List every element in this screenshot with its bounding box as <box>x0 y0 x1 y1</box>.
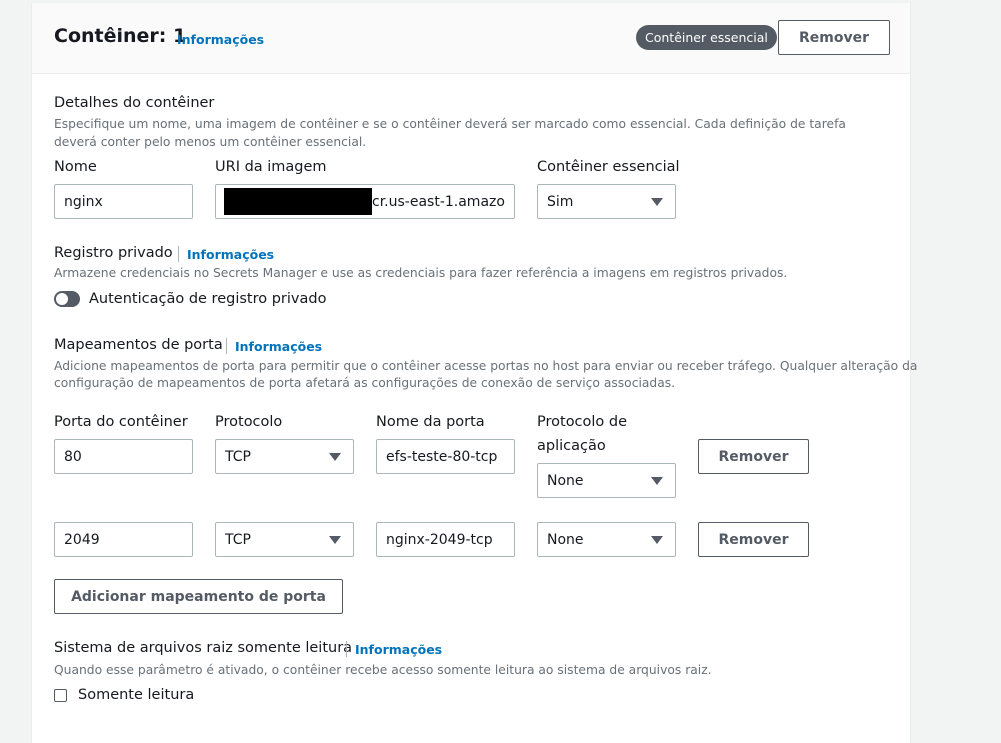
app-protocol-column-label-2: aplicação <box>537 438 606 454</box>
port-mappings-description-1: Adicione mapeamentos de porta para permi… <box>54 359 918 373</box>
app-protocol-select[interactable]: None <box>537 522 676 557</box>
essential-label: Contêiner essencial <box>537 159 680 175</box>
protocol-column-label: Protocolo <box>215 414 283 430</box>
essential-badge: Contêiner essencial <box>636 25 777 50</box>
protocol-select[interactable]: TCP <box>215 522 354 557</box>
checkbox-unchecked-icon[interactable] <box>54 689 67 702</box>
essential-select[interactable]: Sim <box>537 184 676 219</box>
container-panel: Contêiner: 1 Informações Contêiner essen… <box>31 3 917 743</box>
private-registry-description: Armazene credenciais no Secrets Manager … <box>54 266 788 280</box>
port-input[interactable]: 2049 <box>54 522 193 557</box>
app-protocol-select[interactable]: None <box>537 463 676 498</box>
protocol-select-value: TCP <box>225 531 251 548</box>
container-title: Contêiner: 1 <box>54 25 187 47</box>
port-column-label: Porta do contêiner <box>54 414 188 430</box>
details-description: Especifique um nome, uma imagem de contê… <box>54 117 846 149</box>
readonly-fs-info-link[interactable]: Informações <box>355 642 442 657</box>
toggle-off-icon[interactable] <box>54 291 80 307</box>
remove-port-mapping-button[interactable]: Remover <box>698 439 809 474</box>
protocol-select-value: TCP <box>225 448 251 465</box>
divider <box>226 338 227 354</box>
port-name-input[interactable]: nginx-2049-tcp <box>376 522 515 557</box>
readonly-checkbox-label: Somente leitura <box>78 687 195 703</box>
port-input[interactable]: 80 <box>54 439 193 474</box>
name-label: Nome <box>54 159 97 175</box>
readonly-fs-description: Quando esse parâmetro é ativado, o contê… <box>54 663 712 677</box>
private-registry-info-link[interactable]: Informações <box>187 247 274 262</box>
image-uri-label: URI da imagem <box>215 159 327 175</box>
details-title: Detalhes do contêiner <box>54 95 215 111</box>
image-uri-input[interactable]: cr.us-east-1.amazo <box>215 184 515 219</box>
private-registry-toggle-label: Autenticação de registro privado <box>89 291 327 307</box>
image-uri-text: cr.us-east-1.amazo <box>372 193 505 210</box>
remove-port-mapping-button[interactable]: Remover <box>698 522 809 557</box>
caret-down-icon <box>651 476 663 485</box>
container-info-link[interactable]: Informações <box>177 32 264 47</box>
toggle-knob <box>56 293 68 305</box>
port-name-column-label: Nome da porta <box>376 414 485 430</box>
name-input[interactable]: nginx <box>54 184 193 219</box>
caret-down-icon <box>651 197 663 206</box>
add-port-mapping-button[interactable]: Adicionar mapeamento de porta <box>54 579 343 614</box>
protocol-select[interactable]: TCP <box>215 439 354 474</box>
divider <box>178 246 179 262</box>
app-protocol-select-value: None <box>547 472 584 489</box>
app-protocol-select-value: None <box>547 531 584 548</box>
port-mappings-description-2: configuração de mapeamentos de porta afe… <box>54 376 676 390</box>
port-mappings-title: Mapeamentos de porta <box>54 337 223 353</box>
caret-down-icon <box>329 535 341 544</box>
port-name-input[interactable]: efs-teste-80-tcp <box>376 439 515 474</box>
divider <box>346 641 347 657</box>
caret-down-icon <box>329 452 341 461</box>
remove-container-button[interactable]: Remover <box>778 20 890 55</box>
redacted-region <box>224 188 372 215</box>
app-protocol-column-label-1: Protocolo de <box>537 414 628 430</box>
essential-select-value: Sim <box>547 193 574 210</box>
port-mappings-info-link[interactable]: Informações <box>235 339 322 354</box>
caret-down-icon <box>651 535 663 544</box>
readonly-fs-title: Sistema de arquivos raiz somente leitura <box>54 640 353 656</box>
private-registry-title: Registro privado <box>54 245 173 261</box>
